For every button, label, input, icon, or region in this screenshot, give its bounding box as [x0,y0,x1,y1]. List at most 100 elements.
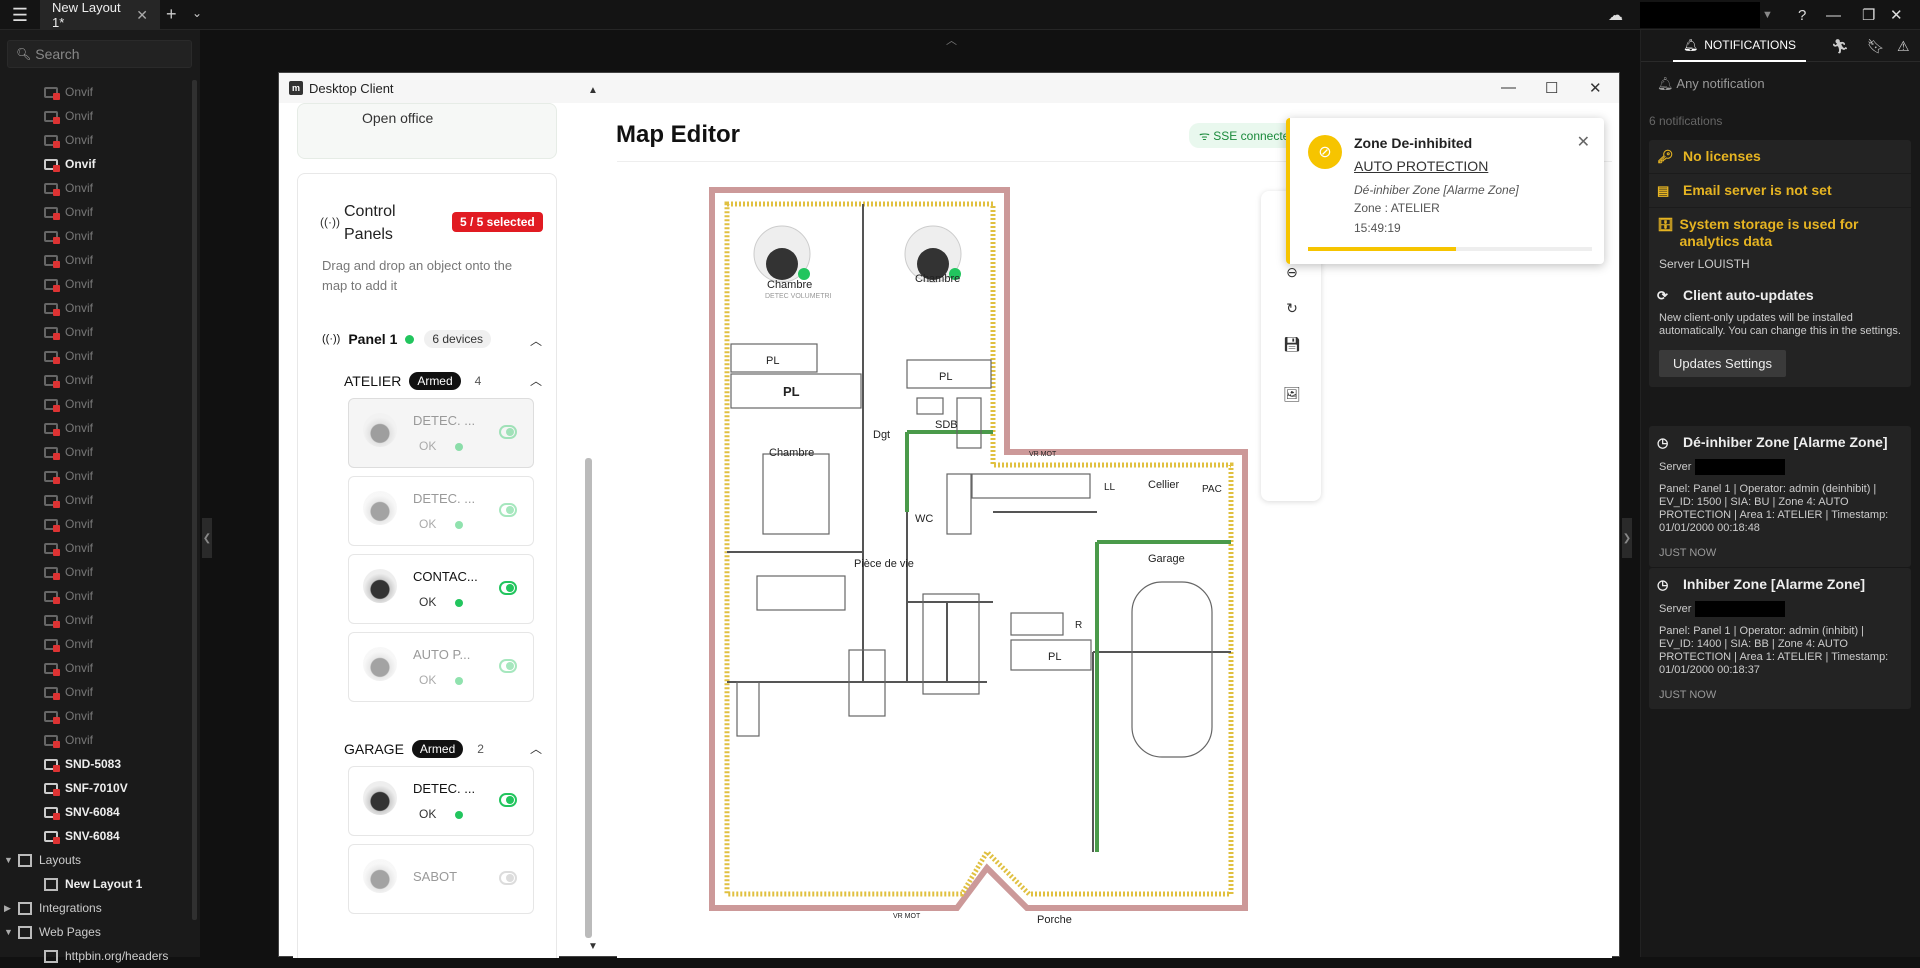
collapse-left-panel-button[interactable]: ❮ [202,518,212,558]
tree-scrollbar[interactable] [192,80,197,920]
window-close-button[interactable]: ✕ [1589,79,1602,97]
device-toggle[interactable] [499,793,517,807]
search-input[interactable]: 🔍︎ Search [7,40,192,68]
device-toggle[interactable] [499,871,517,885]
tree-item-camera[interactable]: Onvif [0,680,192,704]
tree-item-camera[interactable]: Onvif [0,464,192,488]
device-toggle[interactable] [499,659,517,673]
reset-icon[interactable]: ↻ [1279,295,1305,321]
tree-item-camera[interactable]: SNV-6084 [0,800,192,824]
expand-arrow-icon[interactable]: ▼ [4,927,18,937]
tree-item-camera[interactable]: Onvif [0,368,192,392]
tree-item-camera[interactable]: Onvif [0,200,192,224]
selection-badge[interactable]: 5 / 5 selected [452,212,543,232]
device-toggle[interactable] [499,581,517,595]
device-item[interactable]: DETEC. ... OK [348,766,534,836]
user-menu-chevron-icon[interactable]: ▼ [1762,0,1773,30]
tree-item-camera[interactable]: Onvif [0,344,192,368]
expand-arrow-icon[interactable]: ▶ [4,903,18,914]
tree-item-camera[interactable]: Onvif [0,392,192,416]
camera-marker[interactable] [753,225,811,283]
tree-item-camera[interactable]: Onvif [0,632,192,656]
toast-link[interactable]: AUTO PROTECTION [1354,158,1488,174]
minimize-button[interactable]: — [1826,0,1841,30]
device-toggle[interactable] [499,503,517,517]
tree-item-camera[interactable]: Onvif [0,320,192,344]
expand-arrow-icon[interactable]: ▼ [4,855,18,865]
zone-garage-header[interactable]: GARAGE Armed 2 [344,740,484,758]
zone-atelier-collapse-icon[interactable]: ︿ [530,372,542,389]
tree-item-camera[interactable]: Onvif [0,176,192,200]
device-item[interactable]: SABOT [348,844,534,914]
device-item[interactable]: CONTAC... OK [348,554,534,624]
event-notification[interactable]: ◷ Dé-inhiber Zone [Alarme Zone] Server Pa… [1649,426,1911,567]
tree-item-camera[interactable]: Onvif [0,152,192,176]
close-app-button[interactable]: ✕ [1890,0,1903,30]
device-item[interactable]: DETEC. ... OK [348,476,534,546]
zone-deinhibited-toast[interactable]: ⊘ Zone De-inhibited AUTO PROTECTION Dé-i… [1286,118,1604,264]
tree-item-camera[interactable]: Onvif [0,488,192,512]
window-maximize-button[interactable]: ☐ [1545,79,1558,97]
tree-item-camera[interactable]: Onvif [0,104,192,128]
notification-item[interactable]: ◷ Inhiber Zone [Alarme Zone] [1649,568,1911,601]
tree-item-camera[interactable]: Onvif [0,128,192,152]
tree-item-camera[interactable]: Onvif [0,656,192,680]
tab-new-layout[interactable]: New Layout 1* ✕ [40,0,160,30]
tree-item-integrations[interactable]: ▶ Integrations [0,896,192,920]
event-notification[interactable]: ◷ Inhiber Zone [Alarme Zone] Server Panel… [1649,568,1911,709]
zone-garage-collapse-icon[interactable]: ︿ [530,740,542,757]
tree-item-camera[interactable]: Onvif [0,416,192,440]
tree-item-camera[interactable]: Onvif [0,728,192,752]
tree-item-layouts[interactable]: ▼ Layouts [0,848,192,872]
tree-item-web-page[interactable]: httpbin.org/headers [0,944,192,968]
help-button[interactable]: ? [1798,0,1806,30]
device-item[interactable]: AUTO P... OK [348,632,534,702]
tree-item-camera[interactable]: Onvif [0,440,192,464]
tree-item-camera[interactable]: Onvif [0,224,192,248]
panel1-collapse-icon[interactable]: ︿ [530,332,542,349]
tree-item-camera[interactable]: Onvif [0,704,192,728]
image-icon[interactable]: 🖼︎ [1279,381,1305,407]
notification-item[interactable]: ◷ Dé-inhiber Zone [Alarme Zone] [1649,426,1911,459]
window-minimize-button[interactable]: — [1501,79,1516,96]
panel-scroll-down-icon[interactable]: ▼ [588,941,598,952]
device-toggle[interactable] [499,425,517,439]
device-item[interactable]: DETEC. ... OK [348,398,534,468]
tree-item-camera[interactable]: Onvif [0,512,192,536]
notification-item[interactable]: ▤ Email server is not set [1649,174,1911,208]
floor-plan[interactable]: Chambre Chambre Chambre PL PL PL PL Dgt … [617,162,1612,959]
tree-item-camera[interactable]: Onvif [0,272,192,296]
zone-atelier-header[interactable]: ATELIER Armed 4 [344,372,481,390]
tree-item-web-pages[interactable]: ▼ Web Pages [0,920,192,944]
notification-filter[interactable]: 🔔︎ Any notification [1657,76,1765,92]
bookmark-icon[interactable]: 🔖︎ [1867,38,1885,55]
tab-list-chevron-icon[interactable]: ⌄ [192,6,202,20]
tree-item-camera[interactable]: Onvif [0,80,192,104]
tree-item-camera[interactable]: Onvif [0,296,192,320]
tree-item-new-layout[interactable]: New Layout 1 [0,872,192,896]
tree-item-camera[interactable]: SNV-6084 [0,824,192,848]
tree-item-camera[interactable]: Onvif [0,248,192,272]
tab-close-icon[interactable]: ✕ [136,7,148,24]
tab-notifications[interactable]: 🔔︎ NOTIFICATIONS [1673,30,1807,62]
tree-item-camera[interactable]: Onvif [0,584,192,608]
tree-item-camera[interactable]: Onvif [0,560,192,584]
motion-icon[interactable]: 🏃︎ [1831,38,1849,55]
map-canvas[interactable]: Chambre Chambre Chambre PL PL PL PL Dgt … [617,161,1612,958]
warning-icon[interactable]: ⚠ [1897,38,1910,55]
main-menu-icon[interactable]: ☰ [0,0,40,30]
panel1-header[interactable]: ((·)) Panel 1 6 devices [322,330,492,348]
tree-item-camera[interactable]: SND-5083 [0,752,192,776]
notification-item[interactable]: 🗄︎ System storage is used for analytics d… [1649,208,1911,258]
notification-item[interactable]: 🔑︎ No licenses [1649,140,1911,174]
collapse-right-panel-button[interactable]: ❯ [1622,518,1632,558]
tree-item-camera[interactable]: Onvif [0,608,192,632]
collapse-top-chevron-icon[interactable]: ︿ [946,32,957,48]
panel-scrollbar[interactable] [585,458,592,938]
notification-item[interactable]: ⟳ Client auto-updates [1649,279,1911,312]
panel-scroll-up-icon[interactable]: ▲ [588,85,598,96]
tree-item-camera[interactable]: Onvif [0,536,192,560]
restore-button[interactable]: ❐ [1862,0,1875,30]
cloud-icon[interactable]: ☁ [1608,0,1623,30]
toast-close-icon[interactable]: ✕ [1577,132,1590,152]
